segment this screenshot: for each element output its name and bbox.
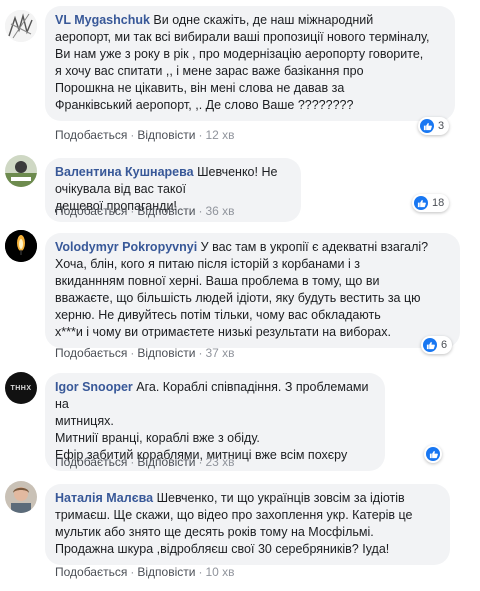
comment-text: У вас там в укропії є адекватні взагалі?…	[55, 240, 429, 339]
comment-actions: Подобається · Відповісти · 36 хв	[55, 204, 235, 218]
reaction-number: 3	[438, 120, 445, 132]
comment-bubble: VL Mygashchuk Ви одне скажіть, де наш мі…	[45, 6, 455, 121]
reply-button[interactable]: Відповісти	[137, 455, 195, 469]
avatar-sketch-icon	[5, 10, 37, 42]
thumbs-up-icon	[423, 338, 437, 352]
candle-icon	[5, 230, 37, 262]
avatar[interactable]	[5, 155, 37, 187]
comment-text: Ви одне скажіть, де наш міжнародний аеро…	[55, 13, 430, 112]
comment-author[interactable]: Igor Snooper	[55, 380, 133, 394]
comment-author[interactable]: VL Mygashchuk	[55, 13, 150, 27]
comment-timestamp[interactable]: 10 хв	[205, 565, 234, 579]
avatar[interactable]	[5, 481, 37, 513]
like-button[interactable]: Подобається	[55, 128, 127, 142]
comment-actions: Подобається · Відповісти · 12 хв	[55, 128, 235, 142]
thumbs-up-icon	[426, 447, 440, 461]
comment-timestamp[interactable]: 12 хв	[205, 128, 234, 142]
comment-actions: Подобається · Відповісти · 23 хв	[55, 455, 235, 469]
comment-timestamp[interactable]: 37 хв	[205, 346, 234, 360]
comment-author[interactable]: Наталія Малєва	[55, 491, 153, 505]
reaction-count[interactable]: 3	[418, 117, 450, 135]
comment-actions: Подобається · Відповісти · 10 хв	[55, 565, 235, 579]
comment-actions: Подобається · Відповісти · 37 хв	[55, 346, 235, 360]
thumbs-up-icon	[414, 196, 428, 210]
reply-button[interactable]: Відповісти	[137, 128, 195, 142]
reaction-number: 18	[432, 197, 445, 209]
comment-author[interactable]: Валентина Кушнарева	[55, 165, 194, 179]
comment-timestamp[interactable]: 36 хв	[205, 204, 234, 218]
reaction-number: 6	[441, 339, 448, 351]
reaction-count[interactable]	[424, 445, 442, 463]
reaction-count[interactable]: 6	[421, 336, 453, 354]
reply-button[interactable]: Відповісти	[137, 204, 195, 218]
comment-bubble: Volodymyr Pokropyvnyi У вас там в укропі…	[45, 233, 460, 348]
like-button[interactable]: Подобається	[55, 565, 127, 579]
like-button[interactable]: Подобається	[55, 455, 127, 469]
thumbs-up-icon	[420, 119, 434, 133]
comment-bubble: Наталія Малєва Шевченко, ти що українців…	[45, 484, 450, 565]
comment-timestamp[interactable]: 23 хв	[205, 455, 234, 469]
reply-button[interactable]: Відповісти	[137, 565, 195, 579]
avatar[interactable]	[5, 10, 37, 42]
like-button[interactable]: Подобається	[55, 346, 127, 360]
comment-author[interactable]: Volodymyr Pokropyvnyi	[55, 240, 197, 254]
like-button[interactable]: Подобається	[55, 204, 127, 218]
reply-button[interactable]: Відповісти	[137, 346, 195, 360]
avatar-text: THHX	[10, 384, 32, 392]
avatar[interactable]: THHX	[5, 372, 37, 404]
avatar-photo-icon	[5, 155, 37, 187]
reaction-count[interactable]: 18	[412, 194, 450, 212]
avatar[interactable]	[5, 230, 37, 262]
avatar-photo-icon	[5, 481, 37, 513]
